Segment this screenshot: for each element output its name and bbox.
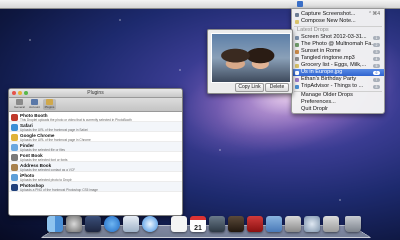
drop-index-badge: 3: [373, 49, 380, 54]
dock-mail-icon[interactable]: [123, 216, 139, 232]
plugin-row[interactable]: Address Book Uploads the selected contac…: [9, 162, 182, 172]
plugin-row[interactable]: Font Book Uploads the selected font or f…: [9, 152, 182, 162]
copy-link-button[interactable]: Copy Link: [235, 83, 264, 92]
drop-item[interactable]: Tangled ringtone.mp3 4: [292, 55, 384, 62]
dock-preview-icon[interactable]: [285, 216, 301, 232]
capture-screenshot-item[interactable]: Capture Screenshot... ⌃⌘4: [292, 11, 384, 18]
preferences-item[interactable]: Preferences...: [292, 99, 384, 106]
plugin-row[interactable]: Photoshop Uploads a PNG of the frontmost…: [9, 182, 182, 192]
dock-app-icon[interactable]: [209, 216, 225, 232]
camera-icon: [295, 12, 299, 17]
toolbar-plugins-tab[interactable]: Plugins: [43, 99, 56, 110]
drop-item[interactable]: Ethan's Birthday Party 7: [292, 76, 384, 83]
drop-index-badge: 6: [373, 70, 380, 75]
preferences-toolbar: General Account Plugins: [9, 98, 182, 112]
dock-photo-booth-icon[interactable]: [247, 216, 263, 232]
drop-index-badge: 8: [373, 84, 380, 89]
drop-item[interactable]: Screen Shot 2012-03-31... 1: [292, 34, 384, 41]
link-icon: [295, 84, 299, 89]
address-book-icon: [11, 163, 18, 171]
font-book-icon: [11, 153, 18, 161]
image-icon: [295, 70, 299, 75]
dock-app-icon[interactable]: [228, 216, 244, 232]
quit-item[interactable]: Quit Droplr: [292, 106, 384, 113]
shortcut-label: ⌃⌘4: [368, 11, 380, 17]
drop-item-selected[interactable]: Us in Europe.jpg 6: [292, 69, 384, 76]
droplr-menubar-icon[interactable]: [297, 1, 303, 7]
photo-preview: [211, 33, 291, 83]
droplr-menu: Capture Screenshot... ⌃⌘4 Compose New No…: [291, 8, 385, 114]
dock-stack-icon[interactable]: [323, 216, 339, 232]
dock-mission-control-icon[interactable]: [85, 216, 101, 232]
dock-launchpad-icon[interactable]: [66, 216, 82, 232]
toolbar-account-tab[interactable]: Account: [28, 99, 41, 110]
iphoto-icon: [11, 173, 18, 181]
dock-trash-icon[interactable]: [345, 216, 361, 232]
drop-item[interactable]: TripAdvisor - Things to ... 8: [292, 83, 384, 90]
drop-index-badge: 2: [373, 42, 380, 47]
image-icon: [295, 35, 299, 40]
manage-older-drops-item[interactable]: Manage Older Drops: [292, 92, 384, 99]
latest-drops-header: Latest Drops: [297, 27, 329, 33]
plugin-row[interactable]: Safari Uploads the URL of the frontmost …: [9, 122, 182, 132]
plugins-list: Photo Booth This Droplet uploads the pho…: [9, 112, 182, 215]
safari-icon: [11, 123, 18, 131]
plugins-window: Plugins General Account Plugins Photo Bo…: [8, 88, 183, 216]
dock-calendar-icon[interactable]: 21: [190, 216, 206, 232]
photoshop-icon: [11, 183, 18, 191]
dock-finder-icon[interactable]: [47, 216, 63, 232]
drop-preview-popup: Copy Link Delete: [207, 29, 293, 94]
note-icon: [295, 19, 299, 24]
finder-icon: [11, 143, 18, 151]
plugin-row[interactable]: Google Chrome Uploads the URL of the fro…: [9, 132, 182, 142]
drop-index-badge: 4: [373, 56, 380, 61]
drop-item[interactable]: Sunset in Rome 3: [292, 48, 384, 55]
photo-booth-icon: [11, 113, 18, 121]
compose-note-item[interactable]: Compose New Note...: [292, 18, 384, 25]
dock-iphoto-icon[interactable]: [266, 216, 282, 232]
note-icon: [295, 63, 299, 68]
drop-item[interactable]: The Photo @ Multnomah Fa... 2: [292, 41, 384, 48]
dock-contacts-icon[interactable]: [171, 216, 187, 232]
calendar-day-label: 21: [194, 225, 202, 232]
toolbar-general-tab[interactable]: General: [13, 99, 26, 110]
audio-file-icon: [295, 56, 299, 61]
dock-safari-icon[interactable]: [142, 216, 158, 232]
plugin-row[interactable]: Photo Booth This Droplet uploads the pho…: [9, 112, 182, 122]
drop-index-badge: 1: [373, 35, 380, 40]
drop-index-badge: 5: [373, 63, 380, 68]
dock-app-store-icon[interactable]: [104, 216, 120, 232]
plugin-row[interactable]: Finder Uploads the selected file or file…: [9, 142, 182, 152]
image-icon: [295, 77, 299, 82]
delete-button[interactable]: Delete: [265, 83, 289, 92]
window-titlebar: Plugins: [9, 89, 182, 98]
image-icon: [295, 42, 299, 47]
drop-index-badge: 7: [373, 77, 380, 82]
chrome-icon: [11, 133, 18, 141]
image-icon: [295, 49, 299, 54]
dock-system-preferences-icon[interactable]: [304, 216, 320, 232]
window-title: Plugins: [87, 90, 104, 96]
drop-item[interactable]: Grocery list - Eggs, Milk,... 5: [292, 62, 384, 69]
plugin-row[interactable]: iPhoto Uploads the selected photo to Dro…: [9, 172, 182, 182]
